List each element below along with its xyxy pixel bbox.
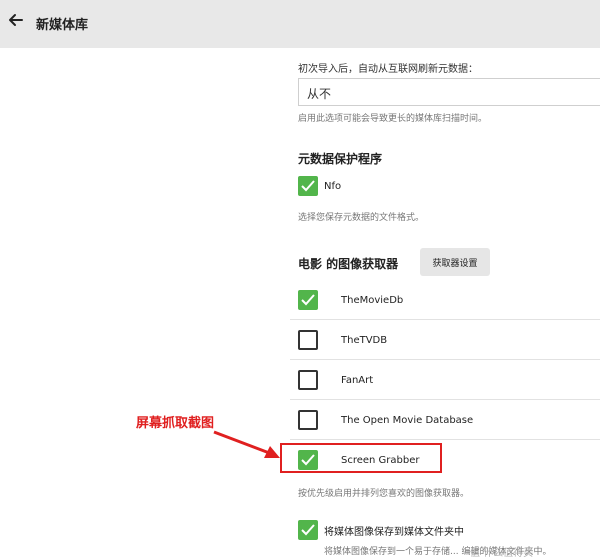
save-local-images-checkbox[interactable]: [298, 520, 318, 540]
row-divider: [290, 359, 600, 360]
checkmark-icon: [301, 524, 315, 536]
row-divider: [290, 319, 600, 320]
metadata-savers-hint: 选择您保存元数据的文件格式。: [298, 213, 425, 223]
page-title: 新媒体库: [36, 18, 89, 33]
annotation-arrow-icon: [213, 430, 280, 458]
watermark-text: 值 什么值得买: [470, 548, 534, 559]
nfo-label: Nfo: [324, 181, 342, 192]
omdb-checkbox[interactable]: [298, 410, 318, 430]
fanart-checkbox[interactable]: [298, 370, 318, 390]
fetcher-item-label: TheTVDB: [341, 335, 388, 346]
annotation-highlight-box: [280, 443, 442, 473]
library-form: 初次导入后，自动从互联网刷新元数据： 从不 启用此选项可能会导致更长的媒体库扫描…: [0, 48, 600, 560]
metadata-refresh-hint: 启用此选项可能会导致更长的媒体库扫描时间。: [298, 114, 488, 124]
image-fetchers-hint: 按优先级启用并排列您喜欢的图像获取器。: [298, 489, 470, 499]
app-header: 新媒体库: [0, 0, 600, 48]
metadata-savers-title: 元数据保护程序: [298, 152, 383, 166]
metadata-refresh-value: 从不: [307, 87, 332, 101]
row-divider: [290, 439, 600, 440]
save-local-images-label: 将媒体图像保存到媒体文件夹中: [324, 527, 464, 538]
image-fetchers-title: 电影 的图像获取器: [298, 257, 399, 271]
row-divider: [290, 399, 600, 400]
themoviedb-checkbox[interactable]: [298, 290, 318, 310]
fetcher-item-label: The Open Movie Database: [341, 415, 474, 426]
fetcher-item-label: FanArt: [341, 375, 374, 386]
annotation-label: 屏幕抓取截图: [136, 416, 215, 431]
metadata-refresh-select[interactable]: 从不: [298, 78, 600, 106]
arrow-left-icon: [8, 12, 24, 32]
back-button[interactable]: [4, 10, 28, 34]
fetcher-item-label: TheMovieDb: [341, 295, 404, 306]
thetvdb-checkbox[interactable]: [298, 330, 318, 350]
nfo-checkbox[interactable]: [298, 176, 318, 196]
metadata-refresh-label: 初次导入后，自动从互联网刷新元数据：: [298, 64, 478, 75]
checkmark-icon: [301, 180, 315, 192]
checkmark-icon: [301, 294, 315, 306]
fetcher-settings-button[interactable]: 获取器设置: [420, 248, 490, 276]
